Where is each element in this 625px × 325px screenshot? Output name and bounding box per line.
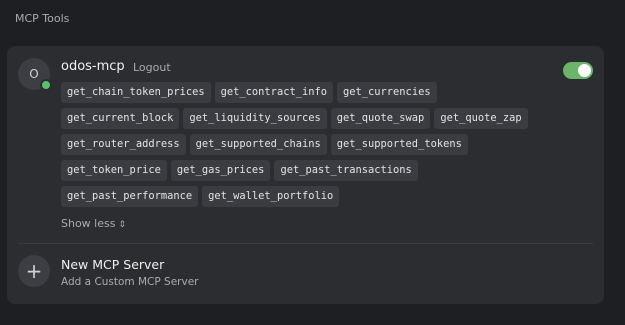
tool-chip[interactable]: get_gas_prices bbox=[170, 160, 271, 181]
server-avatar: O bbox=[18, 58, 52, 91]
tool-chip[interactable]: get_current_block bbox=[61, 108, 180, 129]
logout-link[interactable]: Logout bbox=[133, 61, 171, 74]
mcp-server-card: O odos-mcp Logout get_chain_token_prices… bbox=[7, 46, 604, 304]
tool-list: get_chain_token_prices get_contract_info g… bbox=[61, 82, 531, 207]
tool-chip[interactable]: get_quote_swap bbox=[330, 108, 431, 129]
tool-chip[interactable]: get_contract_info bbox=[214, 82, 333, 103]
new-mcp-server-button[interactable]: New MCP Server bbox=[61, 257, 164, 272]
show-less-label: Show less bbox=[61, 217, 116, 230]
chevron-up-down-icon: ⇕ bbox=[118, 220, 127, 230]
avatar-letter: O bbox=[29, 67, 39, 81]
toggle-knob bbox=[578, 64, 591, 77]
server-enable-toggle[interactable] bbox=[563, 62, 593, 79]
tool-chip[interactable]: get_supported_tokens bbox=[330, 134, 468, 155]
tool-chip[interactable]: get_past_performance bbox=[61, 186, 199, 207]
server-name: odos-mcp bbox=[61, 59, 125, 74]
tool-chip[interactable]: get_wallet_portfolio bbox=[202, 186, 340, 207]
status-online-indicator bbox=[40, 79, 52, 91]
tool-chip[interactable]: get_chain_token_prices bbox=[61, 82, 211, 103]
section-title: MCP Tools bbox=[15, 12, 70, 25]
show-less-button[interactable]: Show less ⇕ bbox=[61, 217, 126, 230]
tool-chip[interactable]: get_liquidity_sources bbox=[183, 108, 327, 129]
new-mcp-server-subtitle: Add a Custom MCP Server bbox=[61, 276, 199, 288]
tool-chip[interactable]: get_past_transactions bbox=[274, 160, 418, 181]
tool-chip[interactable]: get_token_price bbox=[61, 160, 167, 181]
tool-chip[interactable]: get_supported_chains bbox=[189, 134, 327, 155]
plus-icon[interactable]: + bbox=[18, 255, 50, 287]
tool-chip[interactable]: get_router_address bbox=[61, 134, 186, 155]
tool-chip[interactable]: get_quote_zap bbox=[434, 108, 528, 129]
tool-chip[interactable]: get_currencies bbox=[337, 82, 437, 103]
divider bbox=[18, 243, 593, 244]
